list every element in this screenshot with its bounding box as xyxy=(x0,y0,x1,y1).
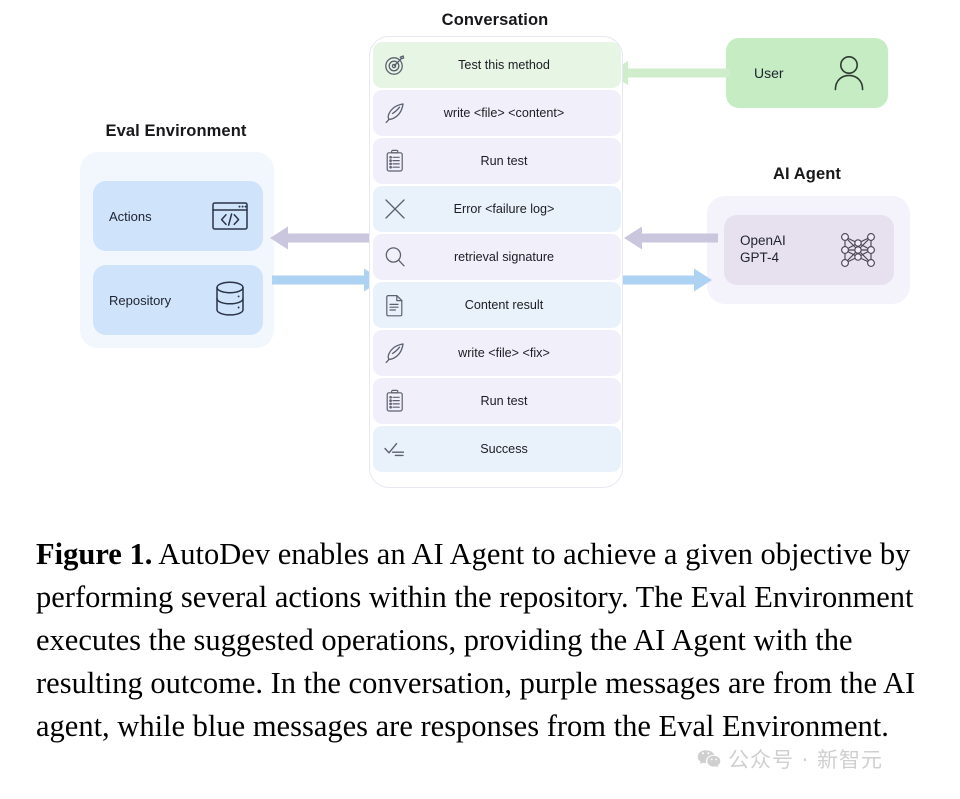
eval-environment-panel: Actions Repository xyxy=(80,152,274,348)
x-icon xyxy=(373,187,417,231)
checklist-icon xyxy=(373,427,417,471)
database-icon xyxy=(211,279,249,321)
conversation-title: Conversation xyxy=(441,11,549,29)
conversation-message-row[interactable]: Content result xyxy=(373,282,621,328)
arrow-user-to-conversation xyxy=(606,58,730,88)
figure-caption-prefix: Figure 1. xyxy=(36,537,153,571)
conversation-message-list: Test this method write <file> <content> xyxy=(373,42,621,474)
conversation-message-text: Run test xyxy=(480,394,528,408)
arrow-eval-environment-to-conversation xyxy=(272,266,384,294)
conversation-message-row[interactable]: Success xyxy=(373,426,621,472)
watermark-text: 公众号 · 新智元 xyxy=(728,748,884,772)
conversation-message-row[interactable]: write <file> <fix> xyxy=(373,330,621,376)
conversation-message-row[interactable]: Run test xyxy=(373,378,621,424)
conversation-message-row[interactable]: Error <failure log> xyxy=(373,186,621,232)
eval-card-repository[interactable]: Repository xyxy=(93,265,263,335)
code-window-icon xyxy=(211,200,249,232)
eval-card-actions[interactable]: Actions xyxy=(93,181,263,251)
user-box[interactable]: User xyxy=(726,38,888,108)
conversation-message-text: Error <failure log> xyxy=(453,202,555,216)
user-label: User xyxy=(754,65,784,81)
ai-agent-panel: OpenAI GPT-4 xyxy=(707,196,910,304)
target-icon xyxy=(373,43,417,87)
eval-card-repository-label: Repository xyxy=(109,292,172,308)
document-icon xyxy=(373,283,417,327)
eval-environment-title: Eval Environment xyxy=(105,122,247,140)
arrow-conversation-to-eval-environment xyxy=(268,224,380,252)
person-icon xyxy=(832,53,866,93)
conversation-message-text: write <file> <fix> xyxy=(458,346,550,360)
quill-icon xyxy=(373,331,417,375)
conversation-message-text: Run test xyxy=(480,154,528,168)
conversation-message-row[interactable]: Run test xyxy=(373,138,621,184)
quill-icon xyxy=(373,91,417,135)
clipboard-icon xyxy=(373,139,417,183)
conversation-message-text: Test this method xyxy=(458,58,550,72)
ai-agent-title: AI Agent xyxy=(772,165,842,183)
ai-agent-model-label: OpenAI GPT-4 xyxy=(740,233,786,265)
conversation-panel: Test this method write <file> <content> xyxy=(369,36,623,488)
conversation-message-text: retrieval signature xyxy=(453,250,555,264)
search-icon xyxy=(373,235,417,279)
ai-agent-model-card[interactable]: OpenAI GPT-4 xyxy=(724,215,894,285)
conversation-message-text: Success xyxy=(480,442,528,456)
arrow-ai-agent-to-conversation xyxy=(622,224,718,252)
conversation-message-text: Content result xyxy=(464,298,544,312)
conversation-message-row[interactable]: Test this method xyxy=(373,42,621,88)
neural-network-icon xyxy=(836,228,880,272)
arrow-conversation-to-ai-agent xyxy=(618,266,714,294)
figure-caption-body: AutoDev enables an AI Agent to achieve a… xyxy=(36,537,916,743)
figure-caption: Figure 1. AutoDev enables an AI Agent to… xyxy=(36,533,920,748)
watermark: 公众号 · 新智元 xyxy=(697,744,883,774)
eval-card-actions-label: Actions xyxy=(109,208,152,224)
wechat-icon xyxy=(697,749,721,770)
clipboard-icon xyxy=(373,379,417,423)
conversation-message-row[interactable]: retrieval signature xyxy=(373,234,621,280)
conversation-message-text: write <file> <content> xyxy=(443,106,565,120)
conversation-message-row[interactable]: write <file> <content> xyxy=(373,90,621,136)
